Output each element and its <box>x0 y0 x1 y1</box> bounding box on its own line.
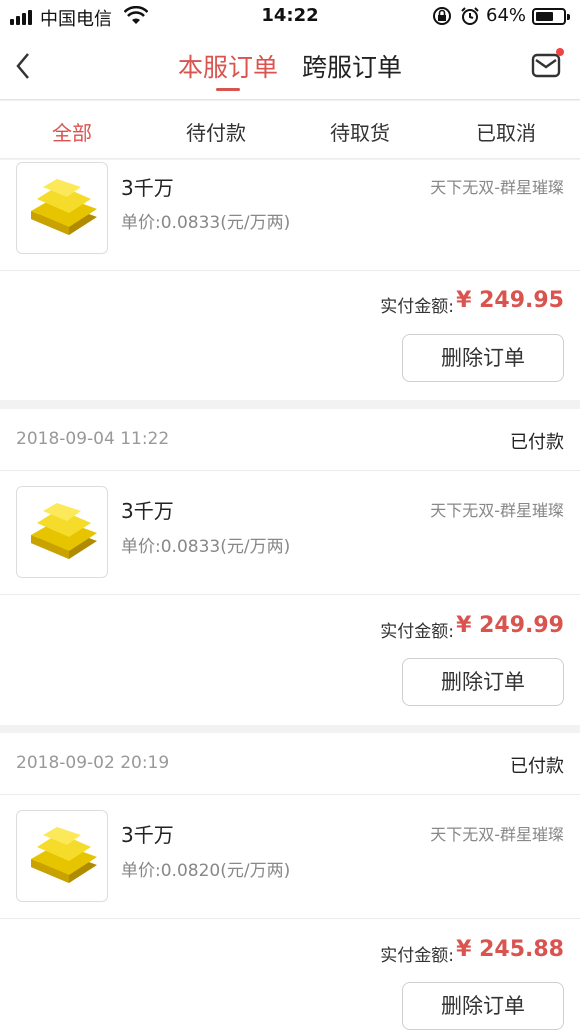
paid-amount: ¥ 245.88 <box>456 937 564 962</box>
product-name: 3千万 <box>121 823 174 847</box>
product-image <box>16 162 108 254</box>
filter-pending-pickup[interactable]: 待取货 <box>330 117 390 146</box>
order-date: 2018-09-04 11:22 <box>16 429 170 449</box>
filter-cancelled[interactable]: 已取消 <box>476 117 536 146</box>
order-card: 2018-09-02 20:19 已付款 3千万 天下无双-群星璀璨 单价:0.… <box>0 733 580 1032</box>
alarm-icon <box>461 7 479 25</box>
status-bar: 中国电信 14:22 64% <box>0 0 580 34</box>
delete-order-button[interactable]: 删除订单 <box>402 334 564 382</box>
delete-order-button[interactable]: 删除订单 <box>402 982 564 1030</box>
paid-amount-label: 实付金额: <box>380 297 454 317</box>
unread-dot <box>556 48 564 56</box>
server-name: 天下无双-群星璀璨 <box>430 178 564 197</box>
order-card: 3千万 天下无双-群星璀璨 单价:0.0833(元/万两) 实付金额: ¥ 24… <box>0 160 580 400</box>
order-status: 已付款 <box>510 432 564 453</box>
unit-price: 单价:0.0820(元/万两) <box>121 861 291 881</box>
delete-order-button[interactable]: 删除订单 <box>402 658 564 706</box>
nav-bar: 本服订单 跨服订单 <box>0 34 580 100</box>
product-image <box>16 486 108 578</box>
gold-bar-icon <box>31 503 97 559</box>
order-date: 2018-09-02 20:19 <box>16 753 170 773</box>
unit-price: 单价:0.0833(元/万两) <box>121 213 291 233</box>
paid-amount: ¥ 249.99 <box>456 613 564 638</box>
order-status: 已付款 <box>510 756 564 777</box>
battery-percent: 64% <box>486 5 527 26</box>
filter-all[interactable]: 全部 <box>52 117 92 146</box>
server-name: 天下无双-群星璀璨 <box>430 825 564 844</box>
order-card: 2018-09-04 11:22 已付款 3千万 天下无双-群星璀璨 单价:0.… <box>0 409 580 725</box>
tab-active-indicator <box>216 88 240 91</box>
order-header: 2018-09-02 20:19 已付款 <box>0 733 580 795</box>
back-icon[interactable] <box>10 46 40 86</box>
message-button[interactable] <box>530 48 564 82</box>
rotation-lock-icon <box>433 7 451 25</box>
filter-bar: 全部 待付款 待取货 已取消 <box>0 101 580 159</box>
battery-icon <box>532 8 570 25</box>
order-header: 2018-09-04 11:22 已付款 <box>0 409 580 471</box>
order-list: 3千万 天下无双-群星璀璨 单价:0.0833(元/万两) 实付金额: ¥ 24… <box>0 160 580 1032</box>
product-image <box>16 810 108 902</box>
gold-bar-icon <box>31 827 97 883</box>
tab-cross-server-orders[interactable]: 跨服订单 <box>302 48 402 84</box>
unit-price: 单价:0.0833(元/万两) <box>121 537 291 557</box>
filter-pending-payment[interactable]: 待付款 <box>186 117 246 146</box>
paid-amount-label: 实付金额: <box>380 622 454 642</box>
server-name: 天下无双-群星璀璨 <box>430 501 564 520</box>
paid-amount-label: 实付金额: <box>380 946 454 966</box>
tab-local-orders[interactable]: 本服订单 <box>178 48 278 84</box>
product-name: 3千万 <box>121 176 174 200</box>
product-name: 3千万 <box>121 499 174 523</box>
gold-bar-icon <box>31 179 97 235</box>
paid-amount: ¥ 249.95 <box>456 288 564 313</box>
